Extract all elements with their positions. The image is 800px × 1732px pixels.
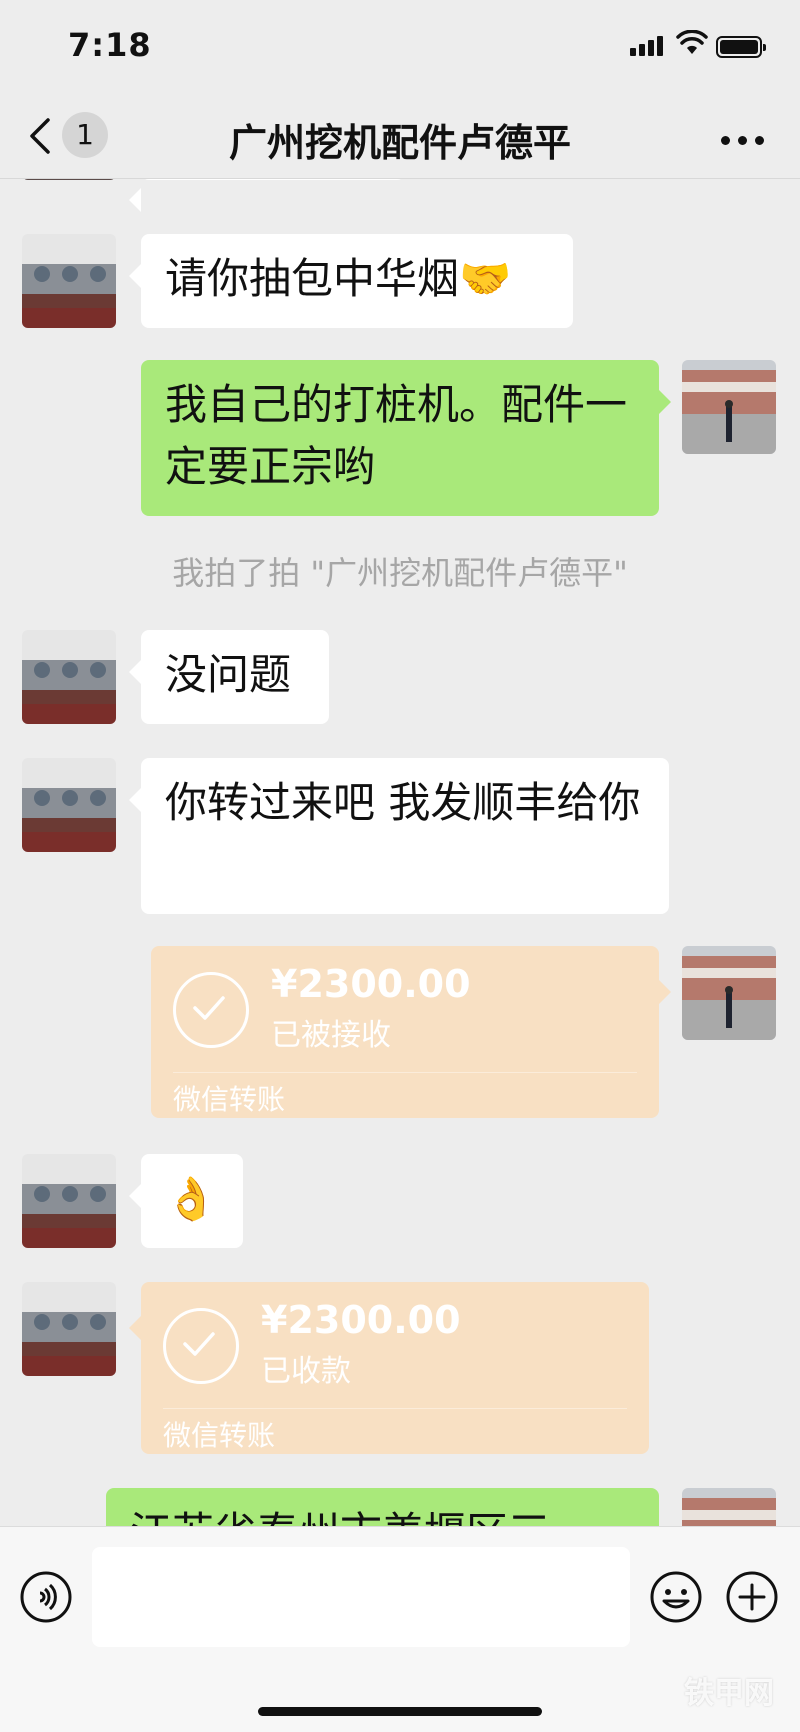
home-indicator[interactable] (258, 1707, 542, 1716)
more-options-icon[interactable] (713, 130, 764, 149)
message-bubble[interactable]: 没问题 (129, 630, 329, 724)
cellular-signal-icon (630, 36, 666, 56)
battery-icon (716, 36, 766, 58)
message-input[interactable] (92, 1547, 630, 1647)
transfer-label: 微信转账 (173, 1083, 286, 1116)
message-bubble[interactable]: 请你抽包中华烟🤝 (129, 234, 573, 328)
input-bar (0, 1526, 800, 1732)
voice-input-icon[interactable] (20, 1571, 72, 1623)
status-time: 7:18 (68, 26, 152, 64)
contact-avatar[interactable] (22, 1154, 116, 1248)
transfer-amount: ¥2300.00 (261, 1298, 461, 1342)
chat-title: 广州挖机配件卢德平 (228, 121, 571, 165)
my-avatar[interactable] (682, 1488, 776, 1526)
status-bar: 7:18 (0, 0, 800, 92)
pat-notice: 我拍了拍 "广州挖机配件卢德平" (172, 554, 628, 592)
watermark-logo: 铁甲网 (684, 1676, 774, 1711)
transfer-label: 微信转账 (163, 1419, 276, 1452)
contact-avatar[interactable] (22, 1282, 116, 1376)
add-more-icon[interactable] (726, 1571, 778, 1623)
divider (163, 1408, 627, 1409)
contact-avatar[interactable] (22, 630, 116, 724)
message-bubble[interactable]: 你转过来吧 我发顺丰给你 (129, 758, 669, 914)
wifi-icon (676, 30, 708, 54)
contact-avatar[interactable] (22, 758, 116, 852)
my-message-bubble[interactable]: 我自己的打桩机。配件一定要正宗哟 (141, 360, 671, 516)
check-circle-icon (173, 972, 249, 1048)
message-bubble[interactable]: 👌 (129, 1154, 243, 1248)
check-circle-icon (163, 1308, 239, 1384)
chat-header: 1 广州挖机配件卢德平 (0, 92, 800, 179)
my-avatar[interactable] (682, 360, 776, 454)
transfer-amount: ¥2300.00 (271, 962, 471, 1006)
emoji-icon[interactable] (650, 1571, 702, 1623)
transfer-card[interactable]: ¥2300.00 已被接收 微信转账 (151, 946, 671, 1118)
contact-avatar[interactable] (22, 234, 116, 328)
transfer-card[interactable]: ¥2300.00 已收款 微信转账 (129, 1282, 649, 1454)
transfer-status: 已被接收 (271, 1018, 391, 1053)
my-message-bubble[interactable]: 江苏省泰州市姜堰区三 (106, 1488, 659, 1526)
transfer-status: 已收款 (261, 1354, 351, 1389)
message-list[interactable]: 请你抽包中华烟🤝 我自己的打桩机。配件一定要正宗哟 我拍了拍 "广州挖机配件卢德… (0, 178, 800, 1526)
my-avatar[interactable] (682, 946, 776, 1040)
divider (173, 1072, 637, 1073)
